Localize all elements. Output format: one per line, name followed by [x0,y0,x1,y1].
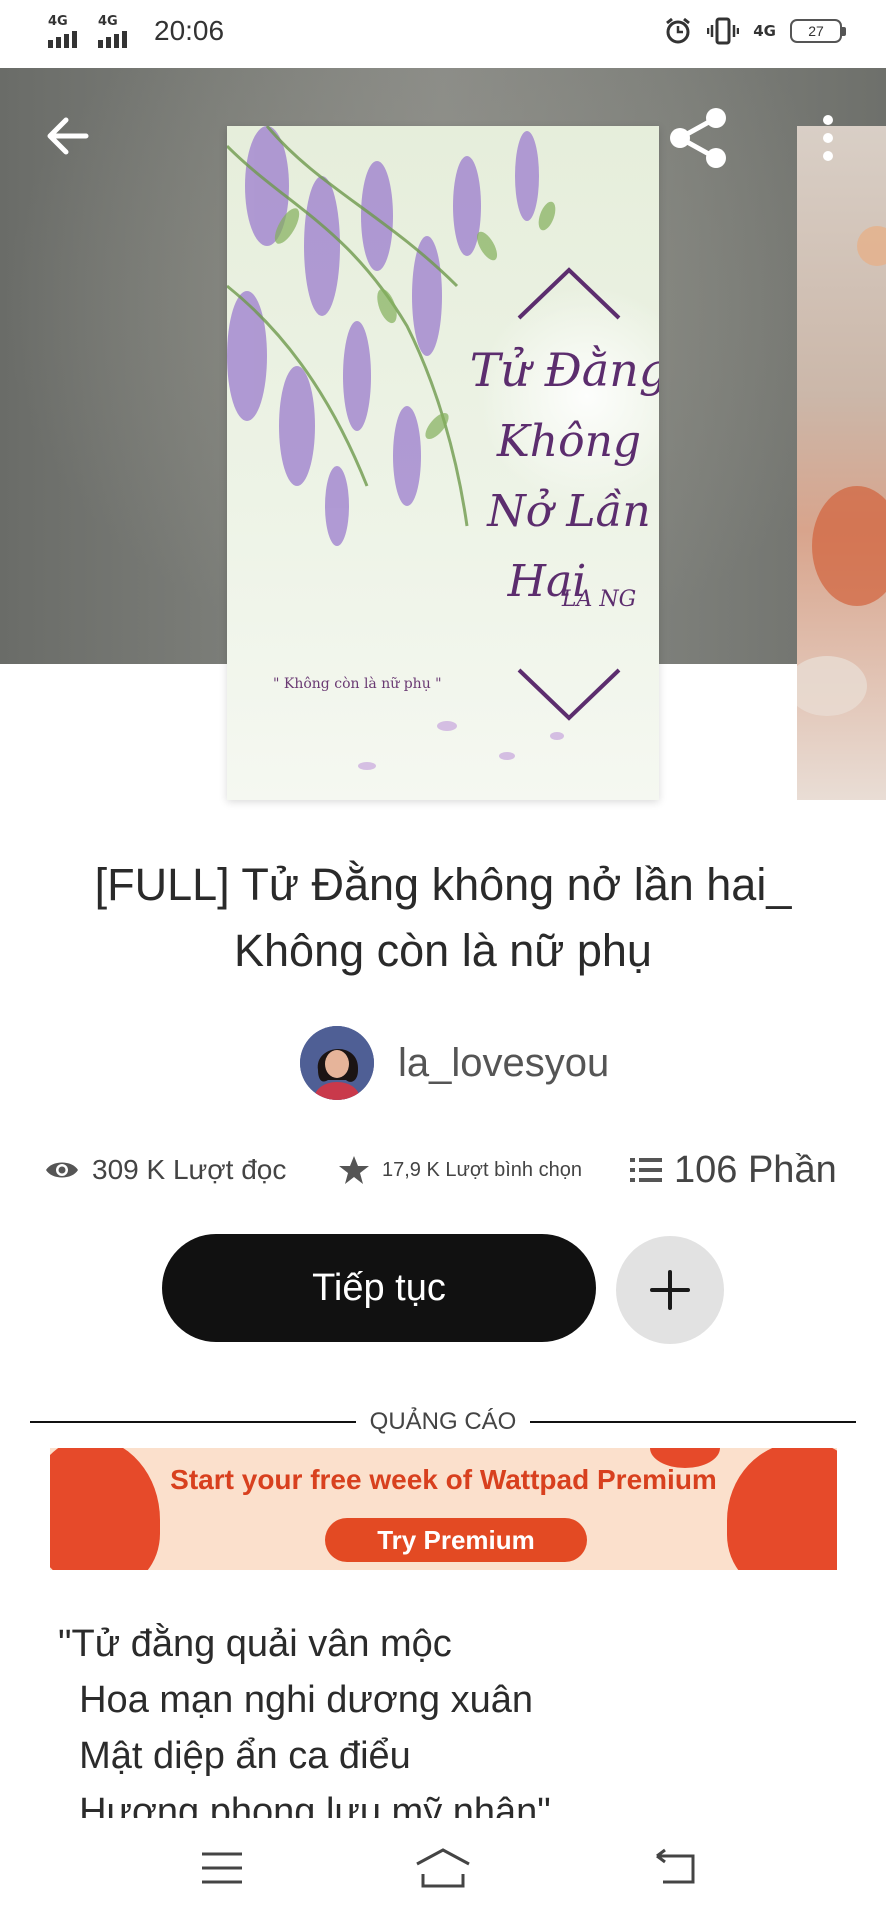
reads-stat: 309 K Lượt đọc [44,1140,286,1200]
reads-count: 309 K Lượt đọc [92,1154,287,1185]
votes-stat: 17,9 K Lượt bình chọn [338,1140,582,1200]
menu-icon [202,1852,242,1884]
menu-button[interactable] [182,1838,262,1898]
description-line: Mật diệp ẩn ca điểu [58,1735,411,1777]
author-name[interactable]: la_lovesyou [398,1041,609,1086]
signal-label: 4G [48,14,68,29]
clock: 20:06 [154,15,225,46]
system-nav-bar [0,1818,886,1920]
continue-reading-button[interactable]: Tiếp tục [162,1234,596,1342]
ad-banner[interactable]: Start your free week of Wattpad Premium … [50,1448,837,1570]
cover-art: Tử Đằng Không Nở Lần Hai LA NG [227,126,659,770]
author-link[interactable]: la_lovesyou [300,1026,609,1100]
back-icon [656,1848,695,1884]
ad-headline: Start your free week of Wattpad Premium [170,1464,717,1495]
svg-text:LA NG: LA NG [561,587,636,612]
back-button[interactable] [44,112,92,160]
story-title: [FULL] Tử Đằng không nở lần hai_ Không c… [94,859,792,976]
share-icon [670,108,726,168]
cover-caption: " Không còn là nữ phụ " [273,676,442,692]
description-line: Hoa mạn nghi dương xuân [58,1679,533,1721]
vibrate-icon [707,17,740,45]
ad-label: QUẢNG CÁO [369,1408,517,1435]
status-right: 4G 27 [663,16,846,46]
story-stats: 309 K Lượt đọc 17,9 K Lượt bình chọn 106… [0,1140,886,1200]
ad-divider: QUẢNG CÁO [30,1404,856,1440]
battery-level: 27 [808,23,824,39]
more-options-button[interactable] [810,110,846,166]
signal-icon: 4G [98,14,138,48]
signal-label: 4G [98,14,118,29]
star-icon [339,1156,369,1184]
status-left: 4G 4G 20:06 [48,14,224,48]
eye-icon [46,1162,78,1178]
story-cover: Tử Đằng Không Nở Lần Hai LA NG " Không c… [227,126,659,800]
more-vertical-icon [823,115,833,161]
try-premium-button[interactable]: Try Premium [325,1518,587,1562]
share-button[interactable] [666,106,730,170]
arrow-left-icon [47,117,89,155]
home-icon [416,1848,470,1888]
next-story-cover[interactable] [797,126,886,800]
alarm-icon [666,17,691,44]
signal-icon: 4G [48,14,88,48]
votes-count: 17,9 K Lượt bình chọn [382,1158,582,1181]
plus-icon [650,1270,690,1310]
list-icon [630,1158,662,1182]
avatar[interactable] [300,1026,374,1100]
avatar-image [300,1026,374,1100]
parts-stat[interactable]: 106 Phần [630,1140,837,1200]
description-line: "Tử đằng quải vân mộc [58,1623,452,1665]
add-to-library-button[interactable] [616,1236,724,1344]
description-line: Hương phong lưu mỹ nhân" [58,1791,551,1818]
status-bar: 4G 4G 20:06 4G 27 [0,0,886,68]
svg-text:Không: Không [496,416,641,467]
parts-count[interactable]: 106 Phần [674,1149,837,1192]
network-indicator: 4G [753,22,776,40]
home-button[interactable] [403,1838,483,1898]
story-description: "Tử đằng quải vân mộc Hoa mạn nghi dương… [58,1616,838,1818]
next-cover-art [797,226,886,716]
battery-icon: 27 [790,19,846,43]
back-nav-button[interactable] [636,1838,716,1898]
svg-text:Nở Lần: Nở Lần [486,486,651,537]
svg-text:Tử Đằng: Tử Đằng [470,343,659,397]
